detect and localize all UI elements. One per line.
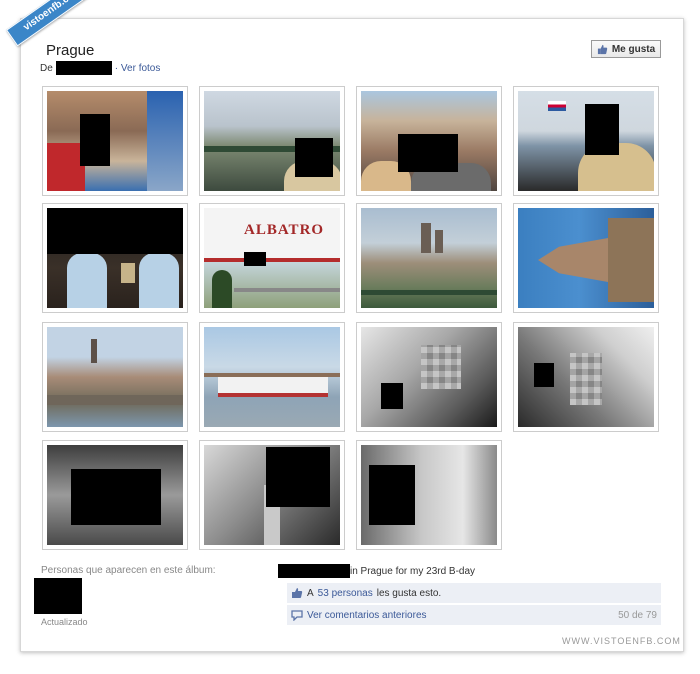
comments-count: 50 de 79: [618, 609, 657, 621]
photo-thumbnail[interactable]: [199, 322, 345, 432]
likes-prefix: A: [307, 587, 314, 599]
comments-summary: Ver comentarios anteriores 50 de 79: [287, 605, 661, 625]
redacted-author-name: [278, 564, 350, 578]
photo-thumbnail[interactable]: [42, 203, 188, 313]
caption-text: in Prague for my 23rd B-day: [350, 565, 476, 577]
photo-thumbnail[interactable]: [42, 440, 188, 550]
likes-suffix: les gusta esto.: [376, 587, 442, 599]
photo-thumbnail[interactable]: [356, 322, 502, 432]
thumbs-up-icon: [597, 44, 608, 54]
like-album-button[interactable]: Me gusta: [591, 40, 661, 58]
likes-count-link[interactable]: 53 personas: [318, 588, 373, 599]
photo-thumbnail[interactable]: [513, 322, 659, 432]
photo-thumbnail[interactable]: [513, 203, 659, 313]
thumbs-up-icon: [292, 588, 303, 598]
album-byline: De · Ver fotos: [40, 61, 160, 75]
album-caption: in Prague for my 23rd B-day: [278, 564, 475, 578]
photo-thumbnail[interactable]: [199, 440, 345, 550]
by-prefix: De: [40, 62, 53, 74]
site-watermark: WWW.VISTOENFB.COM: [562, 636, 681, 646]
like-button-label: Me gusta: [611, 43, 656, 55]
boat-name: ALBATRO: [244, 222, 325, 238]
redacted-person-avatar[interactable]: [34, 578, 82, 614]
photo-thumbnail[interactable]: [42, 86, 188, 196]
redacted-author: [55, 61, 112, 75]
album-title[interactable]: Prague: [46, 42, 94, 59]
people-in-album-label: Personas que aparecen en este álbum:: [41, 565, 216, 576]
photo-thumbnail[interactable]: [356, 86, 502, 196]
photo-thumbnail[interactable]: [356, 440, 502, 550]
photo-thumbnail[interactable]: [199, 86, 345, 196]
likes-summary: A 53 personas les gusta esto.: [287, 583, 661, 603]
photo-thumbnail[interactable]: [42, 322, 188, 432]
see-photos-link[interactable]: · Ver fotos: [115, 63, 161, 74]
photo-thumbnail[interactable]: [356, 203, 502, 313]
photo-thumbnail[interactable]: [513, 86, 659, 196]
photo-thumbnail[interactable]: ALBATRO: [199, 203, 345, 313]
view-previous-comments-link[interactable]: Ver comentarios anteriores: [307, 610, 427, 621]
updated-label: Actualizado: [41, 617, 88, 625]
speech-bubble-icon: [291, 610, 303, 621]
